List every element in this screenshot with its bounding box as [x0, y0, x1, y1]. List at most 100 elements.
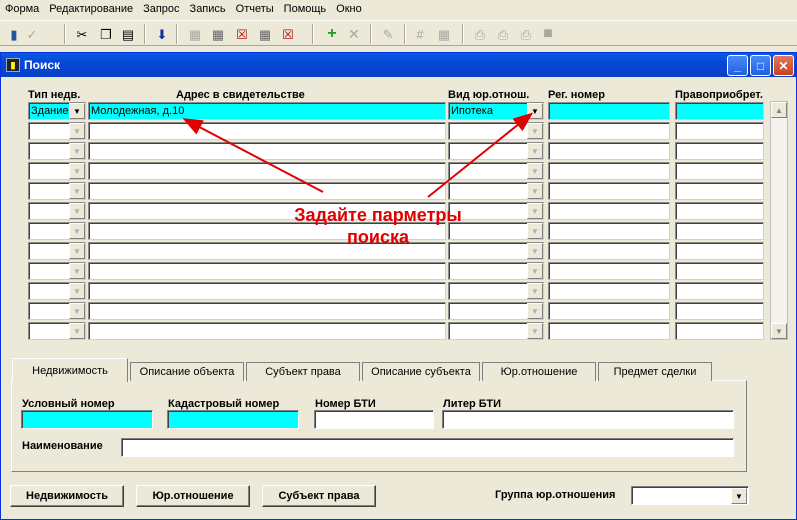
reg-number-cell[interactable]: [548, 242, 670, 260]
relation-cell[interactable]: ▼: [448, 282, 544, 300]
query-cancel-icon[interactable]: ☒: [232, 24, 252, 44]
chevron-down-icon[interactable]: ▼: [527, 263, 543, 279]
menu-window[interactable]: Окно: [331, 0, 367, 19]
type-cell[interactable]: ▼: [28, 222, 86, 240]
holder-cell[interactable]: [675, 282, 764, 300]
menu-edit[interactable]: Редактирование: [44, 0, 138, 19]
holder-cell[interactable]: [675, 182, 764, 200]
type-cell[interactable]: ▼: [28, 182, 86, 200]
holder-cell[interactable]: [675, 202, 764, 220]
relation-cell[interactable]: Ипотека ▼: [448, 102, 544, 120]
chevron-down-icon[interactable]: ▼: [527, 283, 543, 299]
print-icon[interactable]: ⎙: [470, 24, 490, 44]
type-cell[interactable]: ▼: [28, 162, 86, 180]
menu-form[interactable]: Форма: [0, 0, 44, 19]
stop-icon[interactable]: ■: [538, 24, 558, 44]
address-cell[interactable]: [88, 122, 446, 140]
address-cell[interactable]: [88, 182, 446, 200]
address-cell[interactable]: [88, 302, 446, 320]
relation-group-dropdown-icon[interactable]: ▼: [731, 488, 747, 504]
reg-number-cell[interactable]: [548, 162, 670, 180]
tab-object-description[interactable]: Описание объекта: [130, 362, 244, 381]
reg-number-cell[interactable]: [548, 142, 670, 160]
chevron-down-icon[interactable]: ▼: [69, 263, 85, 279]
query-clear-icon[interactable]: ☒: [278, 24, 298, 44]
holder-cell[interactable]: [675, 262, 764, 280]
chevron-down-icon[interactable]: ▼: [527, 123, 543, 139]
relation-group-select[interactable]: ▼: [631, 486, 749, 505]
print-preview-icon[interactable]: ⎙: [493, 24, 513, 44]
address-cell[interactable]: Молодежная, д.10: [88, 102, 446, 120]
address-cell[interactable]: [88, 262, 446, 280]
reg-number-cell[interactable]: [548, 102, 670, 120]
property-button[interactable]: Недвижимость: [10, 485, 124, 507]
table-icon[interactable]: ▦: [434, 24, 454, 44]
cadastral-input[interactable]: [167, 410, 299, 429]
type-cell[interactable]: ▼: [28, 282, 86, 300]
chevron-down-icon[interactable]: ▼: [527, 183, 543, 199]
type-cell[interactable]: ▼: [28, 262, 86, 280]
add-record-icon[interactable]: +: [322, 24, 342, 44]
address-cell[interactable]: [88, 162, 446, 180]
tab-legal-relation[interactable]: Юр.отношение: [482, 362, 596, 381]
type-cell[interactable]: ▼: [28, 302, 86, 320]
holder-cell[interactable]: [675, 122, 764, 140]
type-cell[interactable]: ▼: [28, 202, 86, 220]
close-button[interactable]: ✕: [773, 55, 794, 76]
chevron-down-icon[interactable]: ▼: [69, 163, 85, 179]
relation-cell[interactable]: ▼: [448, 182, 544, 200]
tab-deal-subject[interactable]: Предмет сделки: [598, 362, 712, 381]
type-dropdown-button[interactable]: ▼: [69, 103, 85, 119]
type-cell[interactable]: ▼: [28, 322, 86, 340]
type-cell[interactable]: ▼: [28, 142, 86, 160]
holder-cell[interactable]: [675, 322, 764, 340]
chevron-down-icon[interactable]: ▼: [527, 243, 543, 259]
scroll-up-icon[interactable]: ▲: [771, 102, 787, 118]
cut-icon[interactable]: ✂: [72, 24, 92, 44]
grid-scrollbar[interactable]: ▲ ▼: [770, 101, 788, 340]
chevron-down-icon[interactable]: ▼: [527, 143, 543, 159]
reg-number-cell[interactable]: [548, 222, 670, 240]
exit-icon[interactable]: ▮: [4, 24, 24, 44]
relation-cell[interactable]: ▼: [448, 262, 544, 280]
reg-number-cell[interactable]: [548, 282, 670, 300]
holder-cell[interactable]: [675, 242, 764, 260]
type-cell[interactable]: Здание ▼: [28, 102, 86, 120]
chevron-down-icon[interactable]: ▼: [527, 163, 543, 179]
copy-icon[interactable]: ❐: [96, 24, 116, 44]
chevron-down-icon[interactable]: ▼: [527, 203, 543, 219]
relation-cell[interactable]: ▼: [448, 122, 544, 140]
holder-cell[interactable]: [675, 162, 764, 180]
relation-dropdown-button[interactable]: ▼: [527, 103, 543, 119]
query-count-icon[interactable]: ▦: [255, 24, 275, 44]
print-setup-icon[interactable]: ⎙: [516, 24, 536, 44]
chevron-down-icon[interactable]: ▼: [527, 323, 543, 339]
holder-cell[interactable]: [675, 302, 764, 320]
legal-relation-button[interactable]: Юр.отношение: [136, 485, 250, 507]
address-cell[interactable]: [88, 142, 446, 160]
bti-number-input[interactable]: [314, 410, 434, 429]
holder-cell[interactable]: [675, 222, 764, 240]
subject-right-button[interactable]: Субъект права: [262, 485, 376, 507]
chevron-down-icon[interactable]: ▼: [69, 223, 85, 239]
tab-property[interactable]: Недвижимость: [12, 358, 128, 382]
address-cell[interactable]: [88, 282, 446, 300]
tab-subject-right[interactable]: Субъект права: [246, 362, 360, 381]
holder-cell[interactable]: [675, 142, 764, 160]
maximize-button[interactable]: □: [750, 55, 771, 76]
chevron-down-icon[interactable]: ▼: [69, 323, 85, 339]
cond-number-input[interactable]: [21, 410, 153, 429]
download-icon[interactable]: ⬇: [152, 24, 172, 44]
relation-cell[interactable]: ▼: [448, 322, 544, 340]
reg-number-cell[interactable]: [548, 262, 670, 280]
address-cell[interactable]: [88, 322, 446, 340]
chevron-down-icon[interactable]: ▼: [69, 283, 85, 299]
paste-icon[interactable]: ▤: [118, 24, 138, 44]
bti-letter-input[interactable]: [442, 410, 734, 429]
menu-record[interactable]: Запись: [185, 0, 231, 19]
holder-cell[interactable]: [675, 102, 764, 120]
chevron-down-icon[interactable]: ▼: [69, 303, 85, 319]
reg-number-cell[interactable]: [548, 182, 670, 200]
minimize-button[interactable]: _: [727, 55, 748, 76]
reg-number-cell[interactable]: [548, 322, 670, 340]
